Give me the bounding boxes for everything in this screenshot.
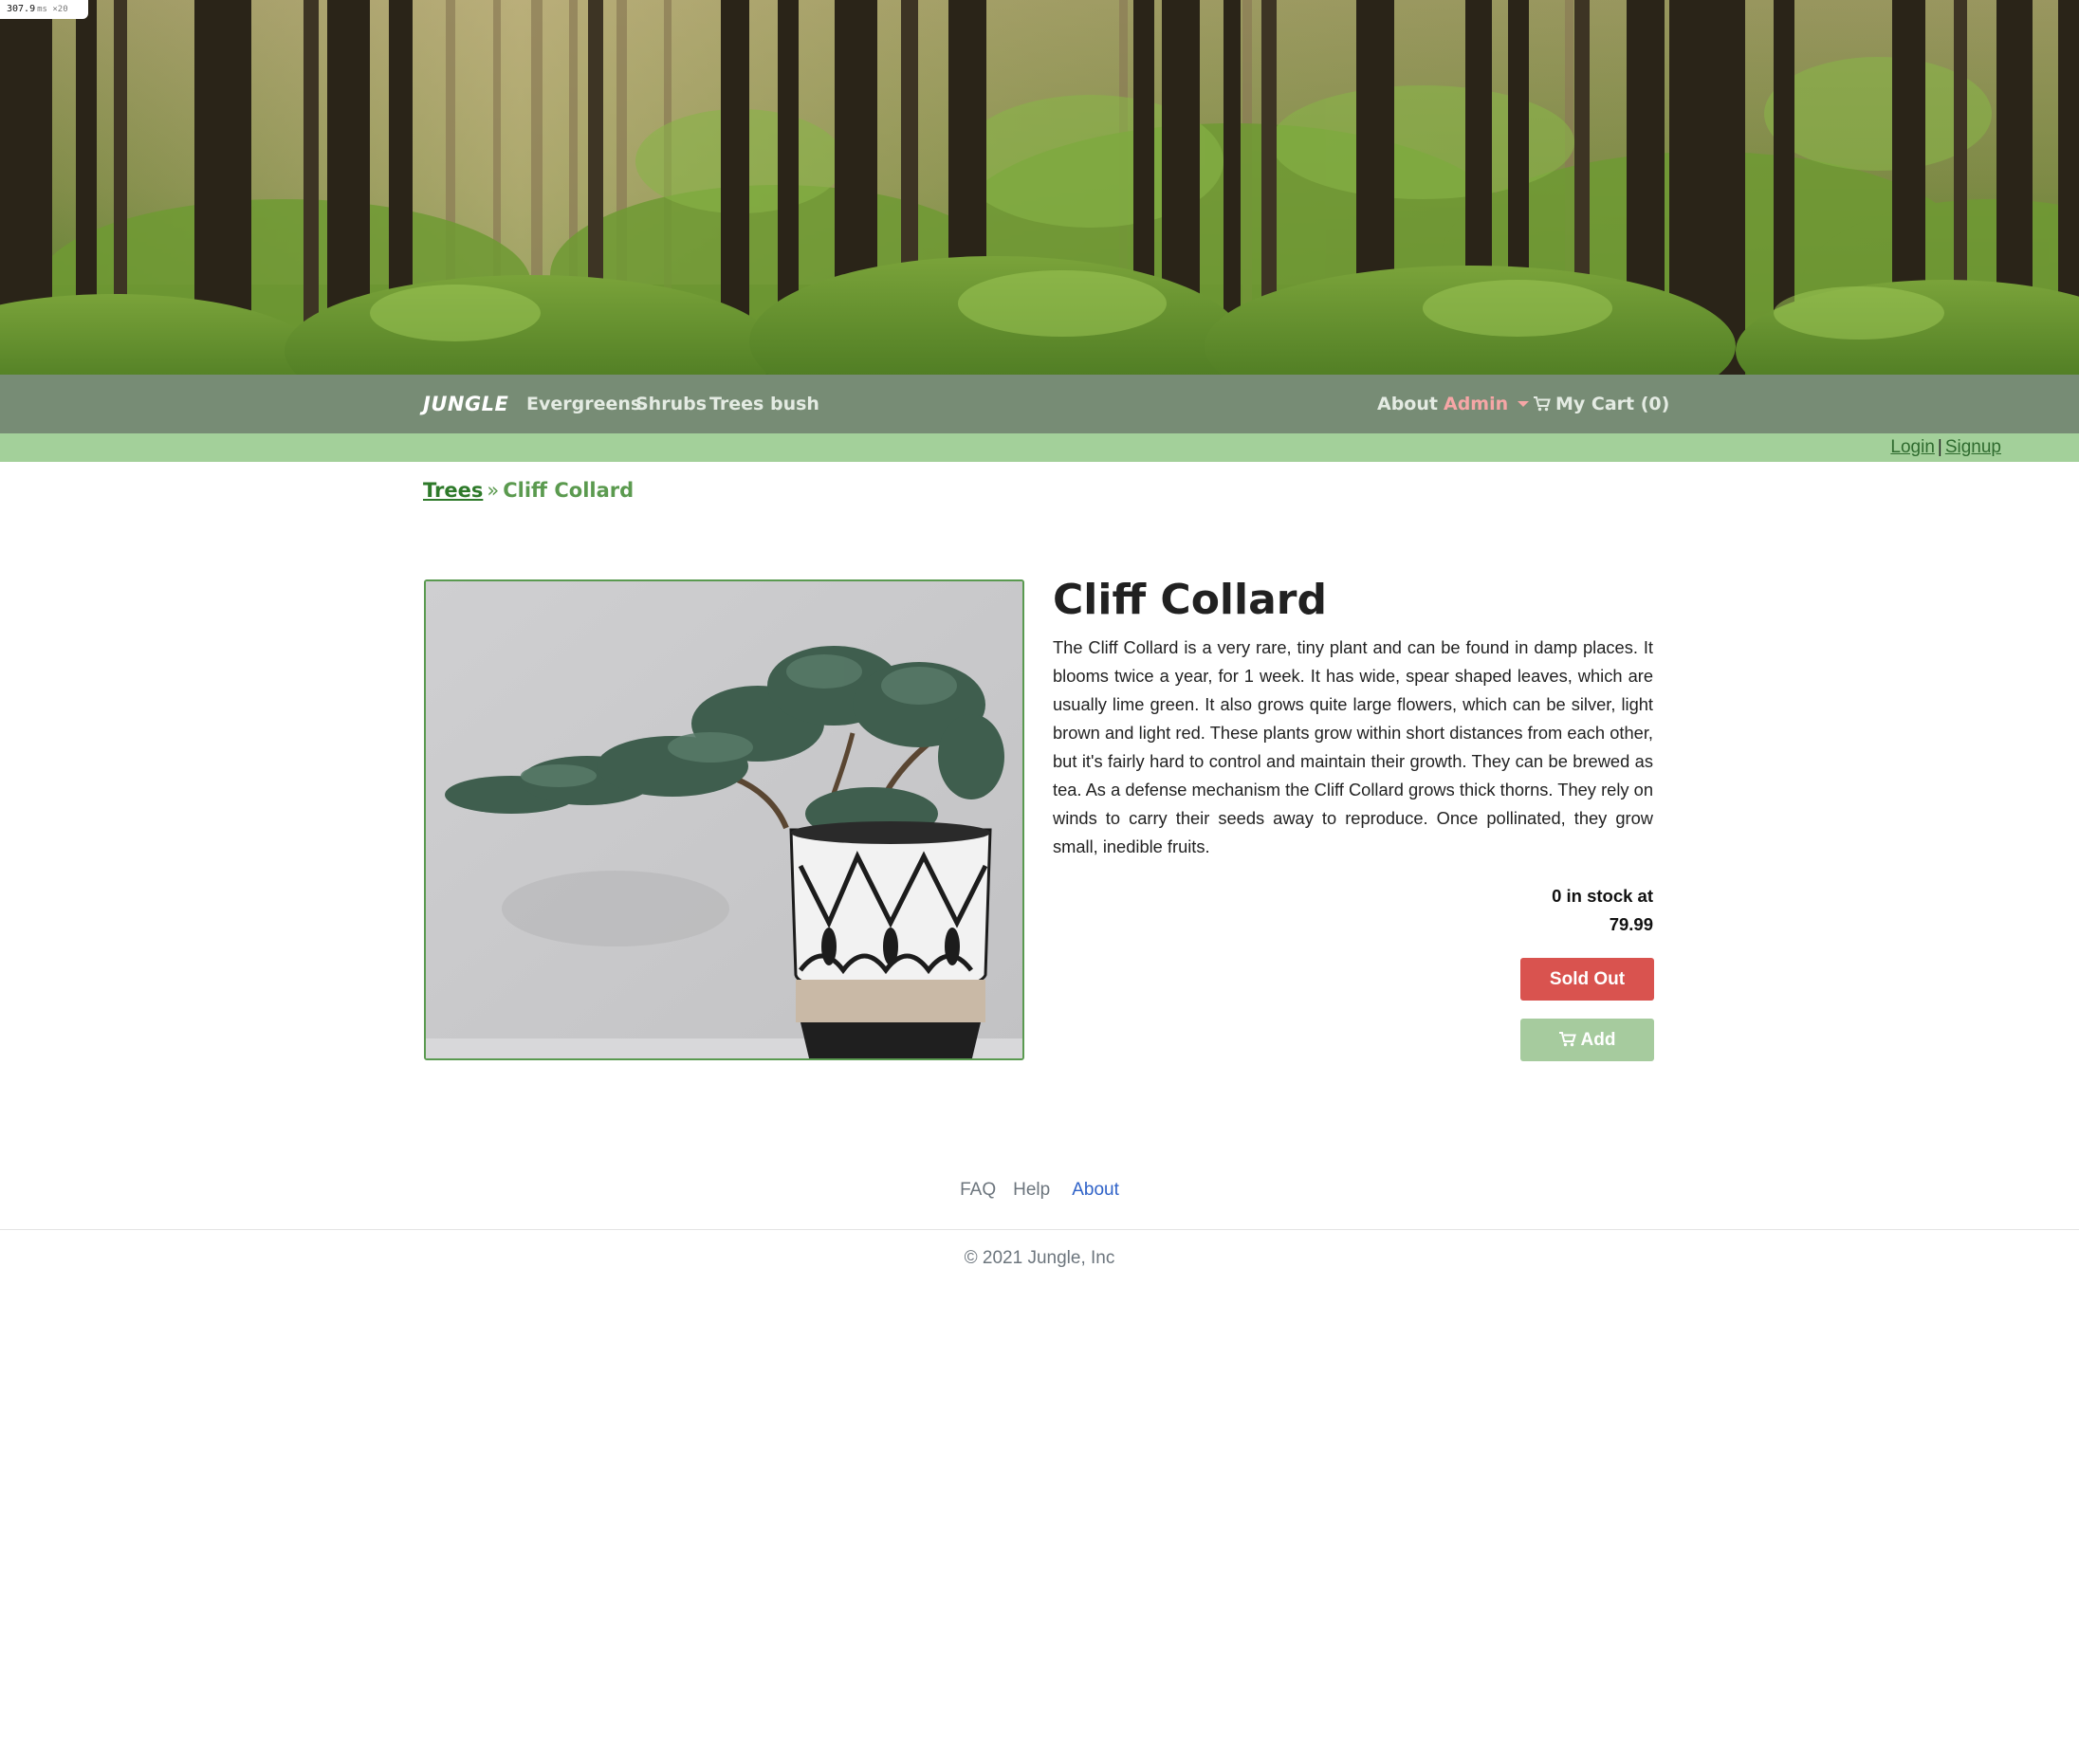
breadcrumb-separator: »	[487, 479, 500, 502]
copyright: © 2021 Jungle, Inc	[964, 1248, 1115, 1268]
add-button-label: Add	[1580, 1029, 1616, 1050]
caret-down-icon	[1518, 401, 1530, 407]
login-link[interactable]: Login	[1890, 437, 1935, 457]
nav-shrubs[interactable]: Shrubs	[635, 394, 707, 414]
footer-help-link[interactable]: Help	[1013, 1180, 1050, 1200]
bonsai-photo	[426, 581, 1022, 1058]
forest-illustration	[0, 0, 2079, 375]
product-price: 79.99	[1609, 914, 1653, 934]
perf-unit: ms ×20	[37, 5, 68, 14]
footer-about-link[interactable]: About	[1072, 1180, 1119, 1200]
auth-links: Login | Signup	[1890, 437, 2001, 458]
perf-value: 307.9	[7, 4, 36, 14]
nav-admin-dropdown[interactable]: Admin	[1444, 394, 1530, 414]
stock-count: 0 in stock at	[1552, 886, 1653, 906]
product-title: Cliff Collard	[1053, 576, 1327, 624]
footer-divider	[0, 1229, 2079, 1230]
product-description: The Cliff Collard is a very rare, tiny p…	[1053, 637, 1653, 856]
auth-bar: Login | Signup	[0, 433, 2079, 462]
perf-badge: 307.9 ms ×20	[0, 0, 88, 19]
add-to-cart-button[interactable]: Add	[1520, 1019, 1654, 1061]
footer-faq-link[interactable]: FAQ	[960, 1180, 996, 1200]
footer-links: FAQ Help About	[0, 1180, 2079, 1201]
nav-about[interactable]: About	[1377, 394, 1438, 414]
signup-link[interactable]: Signup	[1945, 437, 2001, 457]
auth-separator: |	[1937, 437, 1942, 457]
brand-logo[interactable]: JUNGLE	[423, 393, 508, 415]
breadcrumb-trees-link[interactable]: Trees	[423, 479, 483, 502]
hero-forest-banner	[0, 0, 2079, 375]
shopping-cart-icon	[1558, 1031, 1576, 1046]
nav-trees[interactable]: Trees	[709, 394, 764, 414]
breadcrumb: Trees» Cliff Collard	[423, 479, 634, 502]
nav-bush[interactable]: bush	[770, 394, 819, 414]
sold-out-button[interactable]: Sold Out	[1520, 958, 1654, 1001]
stock-info: 0 in stock at 79.99	[1552, 882, 1653, 939]
nav-cart-label: My Cart (0)	[1555, 394, 1670, 414]
nav-admin-label: Admin	[1444, 394, 1509, 414]
main-navbar: JUNGLE Evergreens Shrubs Trees bush Abou…	[0, 375, 2079, 433]
breadcrumb-current: Cliff Collard	[503, 479, 635, 502]
product-image	[424, 579, 1024, 1060]
nav-my-cart[interactable]: My Cart (0)	[1534, 394, 1669, 414]
nav-evergreens[interactable]: Evergreens	[526, 394, 641, 414]
shopping-cart-icon	[1534, 396, 1551, 412]
